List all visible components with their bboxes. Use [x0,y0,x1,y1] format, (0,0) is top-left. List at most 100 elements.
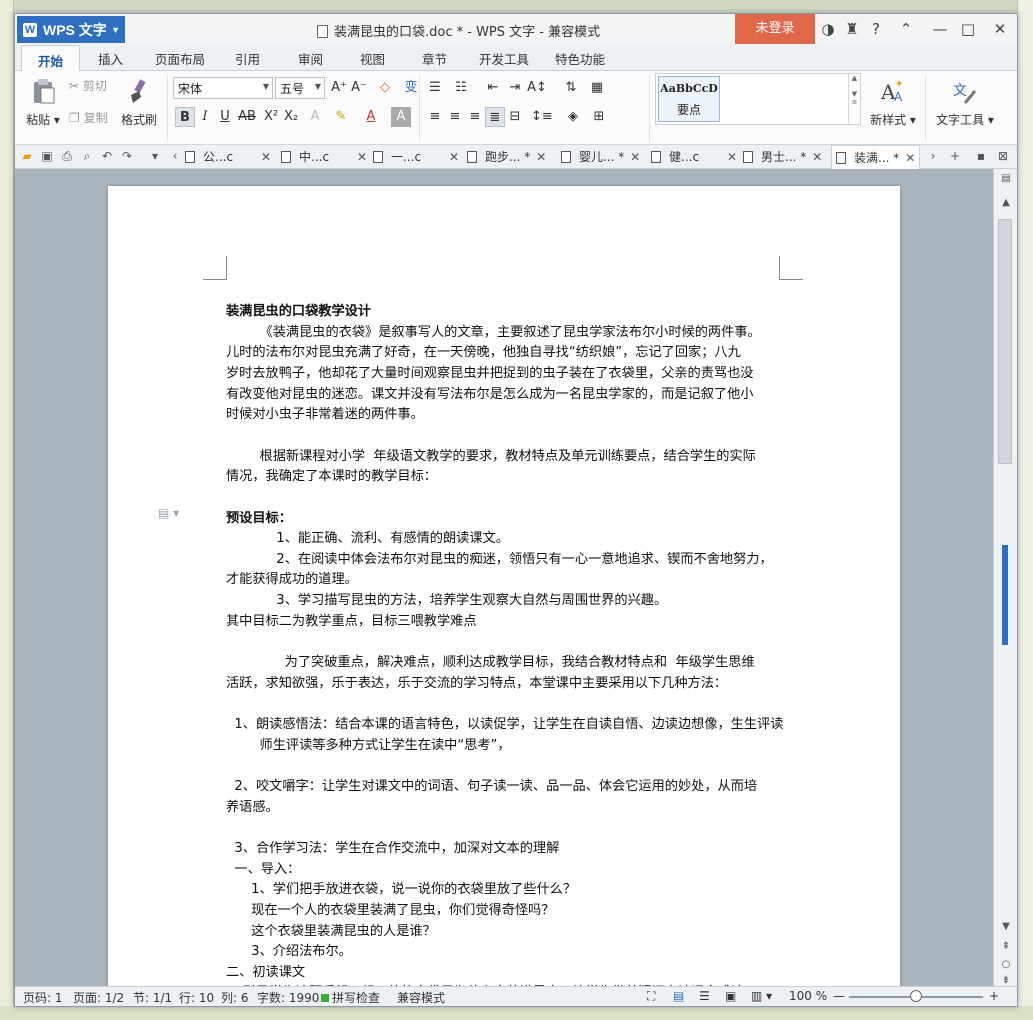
tab-insert[interactable]: 插入 [98,49,123,68]
format-painter-button[interactable]: 格式刷 [119,77,159,128]
skin-icon[interactable]: ◑ [817,20,839,38]
doc-tab[interactable]: 跑步... * ✕ [467,148,546,168]
ribbon-collapse-icon[interactable]: ⌃ [895,20,917,38]
paste-button[interactable]: 粘贴 ▾ [23,77,63,128]
open-folder-icon[interactable]: ▰ [19,149,35,163]
justify-icon[interactable]: ≣ [485,107,505,127]
doc-tab[interactable]: 公...c ✕ [185,148,271,168]
decrease-indent-icon[interactable]: ⇤ [483,78,503,98]
wps-app-menu-button[interactable]: W WPS 文字 ▼ [17,16,125,43]
tab-developer[interactable]: 开发工具 [479,49,529,68]
text-tools-button[interactable]: 文 文字工具 ▾ [933,77,997,128]
copy-button[interactable]: ❐ 复制 [69,109,108,126]
close-icon[interactable]: ✕ [449,150,459,164]
web-view-icon[interactable]: ▣ [725,989,736,1003]
cut-button[interactable]: ✂ 剪切 [69,77,107,94]
doc-tab[interactable]: 一...c ✕ [373,148,459,168]
print-preview-icon[interactable]: ⌕ [79,149,95,164]
strikethrough-button[interactable]: AB [237,107,257,127]
zoom-slider-knob[interactable] [910,990,922,1002]
borders-icon[interactable]: ⊞ [589,107,609,127]
fullscreen-view-icon[interactable]: ⛶ [647,989,655,1004]
close-icon[interactable]: ✕ [536,150,546,164]
tab-view[interactable]: 视图 [360,49,385,68]
shirt-icon[interactable]: ♜ [841,20,863,38]
new-tab-icon[interactable]: + [947,149,963,163]
font-size-select[interactable]: 五号 ▼ [275,77,325,99]
scroll-thumb[interactable] [998,219,1012,464]
status-page-number[interactable]: 页码: 1 [23,989,63,1006]
grow-font-icon[interactable]: A⁺ [329,78,349,98]
scroll-down-icon[interactable]: ▼ [998,921,1014,932]
paragraph-layout-icon[interactable]: ▤ ▾ [158,506,179,520]
close-icon[interactable]: ✕ [261,150,271,164]
new-style-button[interactable]: A A ✦ 新样式 ▾ [867,77,919,128]
increase-indent-icon[interactable]: ⇥ [505,78,525,98]
next-page-icon[interactable]: ⇟ [998,975,1014,986]
side-panel-tab[interactable] [1002,545,1008,645]
scroll-up-icon[interactable]: ▲ [998,197,1014,208]
shading-icon[interactable]: ◈ [563,107,583,127]
font-color-icon[interactable]: A [361,107,381,127]
distributed-icon[interactable]: ⊟ [505,107,525,127]
close-button[interactable]: ✕ [989,20,1011,38]
save-icon[interactable]: ▣ [39,149,55,163]
tabs-prev-icon[interactable]: ‹ [167,149,183,163]
close-icon[interactable]: ✕ [727,150,737,164]
tab-special[interactable]: 特色功能 [555,49,605,68]
split-icon[interactable]: ▤ [998,173,1014,184]
tabs-next-icon[interactable]: › [925,149,941,163]
clear-format-icon[interactable]: ◇ [375,78,395,98]
undo-icon[interactable]: ↶ [99,149,115,163]
redo-icon[interactable]: ↷ [119,149,135,163]
align-center-icon[interactable]: ≡ [445,107,465,127]
doc-tab[interactable]: 中...c ✕ [281,148,367,168]
zoom-level[interactable]: 100 % [789,989,827,1003]
text-effect-icon[interactable]: A [305,107,325,127]
italic-button[interactable]: I [195,107,215,127]
tab-home[interactable]: 开始 [21,45,81,72]
print-icon[interactable]: ⎙ [59,149,75,164]
reading-view-icon[interactable]: ▥ ▾ [751,989,772,1003]
browse-object-icon[interactable]: ○ [998,959,1014,970]
document-page[interactable]: ▤ ▾ 装满昆虫的口袋教学设计 《装满昆虫的衣袋》是叙事写人的文章，主要叙述了昆… [108,186,900,986]
align-left-icon[interactable]: ≡ [425,107,445,127]
outline-view-icon[interactable]: ☰ [699,989,710,1003]
minimize-button[interactable]: — [929,20,951,38]
table-grid-icon[interactable]: ▦ [587,78,607,98]
bullet-list-icon[interactable]: ☰ [425,78,445,98]
doc-tab[interactable]: 健...c ✕ [651,148,737,168]
doc-tab[interactable]: 婴儿... * ✕ [561,148,640,168]
page-view-icon[interactable]: ▤ [673,989,684,1003]
tab-close-all-icon[interactable]: ⊠ [995,149,1011,163]
close-icon[interactable]: ✕ [357,150,367,164]
bold-button[interactable]: B [175,107,195,127]
align-right-icon[interactable]: ≡ [465,107,485,127]
underline-button[interactable]: U [215,107,235,127]
line-spacing-icon[interactable]: ↕≡ [531,107,553,127]
status-pages[interactable]: 页面: 1/2 [73,989,124,1006]
superscript-button[interactable]: X² [261,107,281,127]
shrink-font-icon[interactable]: A⁻ [349,78,369,98]
status-section[interactable]: 节: 1/1 [133,989,172,1006]
zoom-in-icon[interactable]: + [989,989,999,1003]
login-button[interactable]: 未登录 [735,14,815,44]
doc-tab[interactable]: 男士... * ✕ [743,148,822,168]
sort-icon[interactable]: ⇅ [561,78,581,98]
text-direction-icon[interactable]: A↕ [527,78,547,98]
close-icon[interactable]: ✕ [812,150,822,164]
style-item-key-point[interactable]: AaBbCcD 要点 [658,76,720,122]
font-name-select[interactable]: 宋体 ▼ [173,77,273,99]
gallery-scroll[interactable]: ▲ ▼ ≡ [848,74,860,124]
close-icon[interactable]: ✕ [630,150,640,164]
tab-review[interactable]: 审阅 [298,49,323,68]
highlight-icon[interactable]: ✎ [331,107,351,127]
style-gallery[interactable]: AaBbCcD 要点 ▲ ▼ ≡ [655,73,861,125]
status-column[interactable]: 列: 6 [221,989,249,1006]
subscript-button[interactable]: X₂ [281,107,301,127]
char-shading-icon[interactable]: A [391,107,411,127]
prev-page-icon[interactable]: ⇞ [998,941,1014,952]
zoom-out-icon[interactable]: — [833,989,845,1003]
tab-chapter[interactable]: 章节 [422,49,447,68]
tab-list-icon[interactable]: ▪ [973,149,989,163]
